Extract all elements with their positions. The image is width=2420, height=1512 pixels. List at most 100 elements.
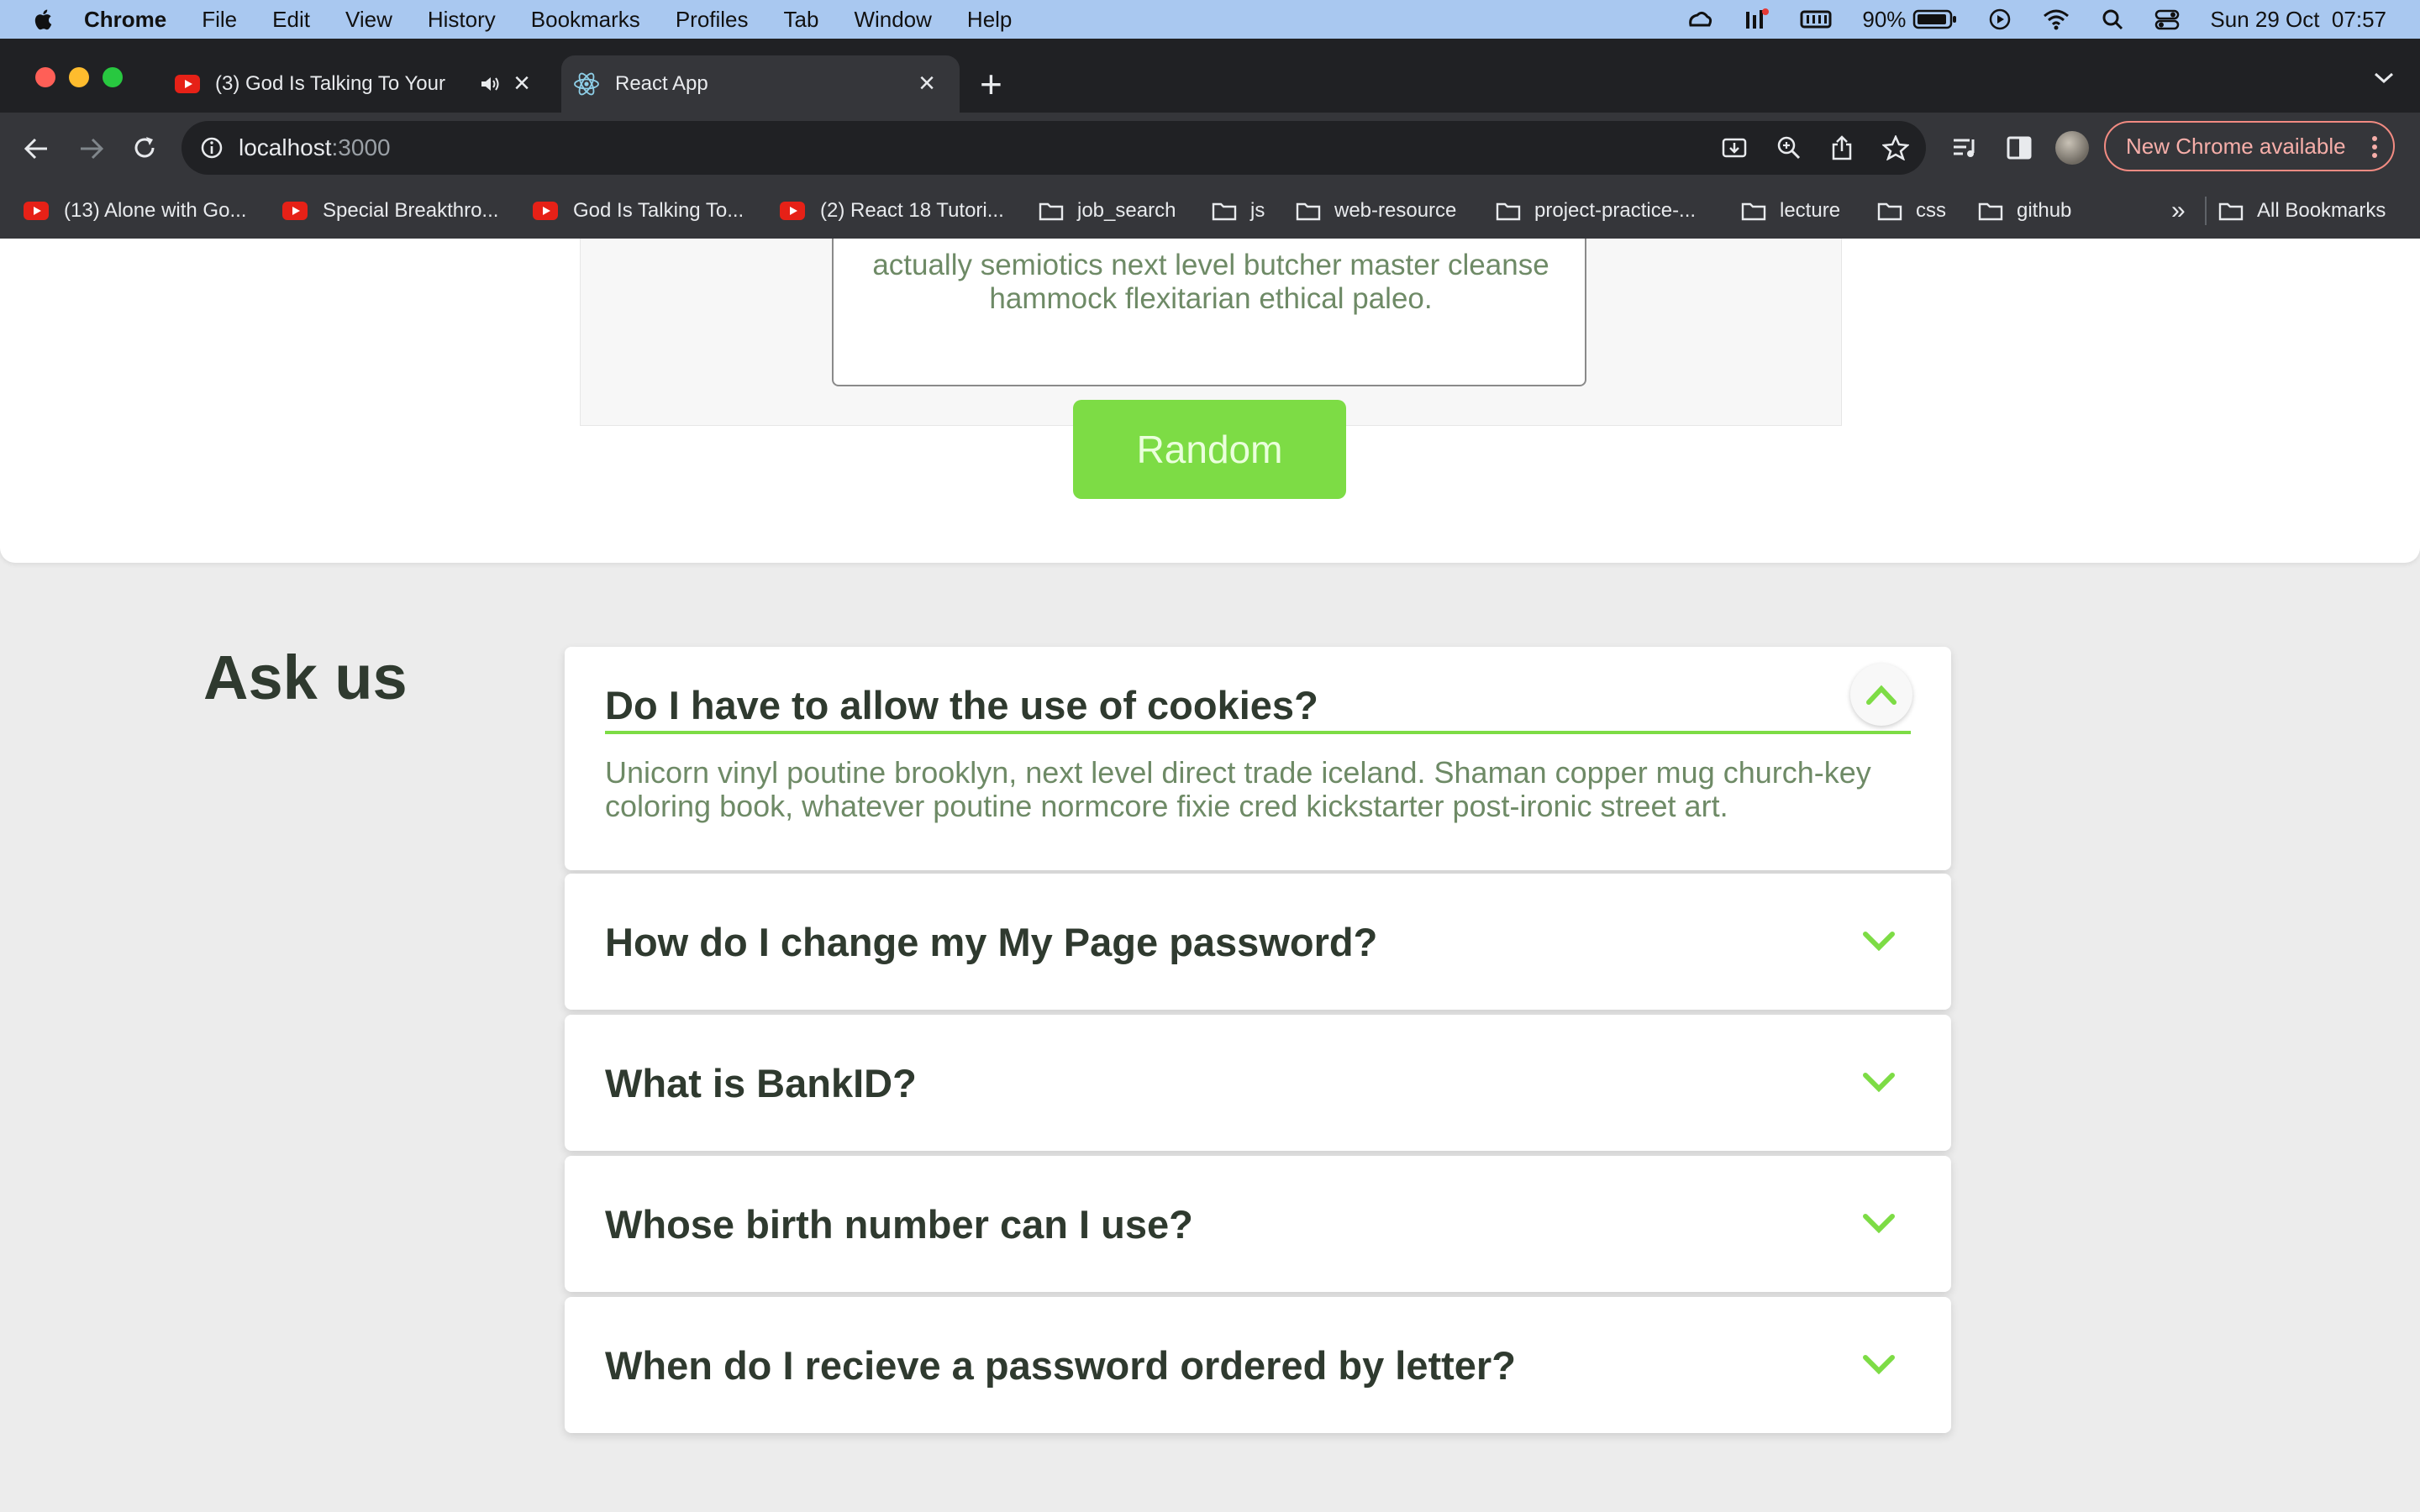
forward-arrow-icon[interactable] (77, 136, 106, 161)
chevron-up-icon (1866, 685, 1897, 705)
menu-history[interactable]: History (428, 7, 496, 33)
reading-list-icon[interactable] (1951, 136, 1980, 160)
activity-monitor-icon[interactable] (1743, 7, 1770, 32)
faq-item[interactable]: How do I change my My Page password? (565, 874, 1951, 1010)
bookmark-item[interactable]: (2) React 18 Tutori... (780, 183, 1004, 239)
bookmark-label: Special Breakthro... (323, 199, 499, 222)
new-tab-button[interactable]: + (980, 65, 1002, 103)
side-panel-icon[interactable] (2007, 136, 2032, 160)
control-center-icon[interactable] (2154, 8, 2180, 30)
menu-bookmarks[interactable]: Bookmarks (531, 7, 640, 33)
menu-file[interactable]: File (202, 7, 237, 33)
back-arrow-icon[interactable] (22, 136, 50, 161)
question-underline (605, 731, 1911, 734)
bookmark-label: job_search (1077, 199, 1176, 222)
bookmark-star-icon[interactable] (1882, 135, 1909, 160)
browser-tab-strip: (3) God Is Talking To Your × React App ×… (0, 39, 2420, 113)
bookmark-item[interactable]: God Is Talking To... (533, 183, 744, 239)
clock[interactable]: Sun 29 Oct 07:57 (2210, 7, 2386, 33)
share-icon[interactable] (1830, 134, 1854, 161)
faq-question[interactable]: When do I recieve a password ordered by … (605, 1342, 1516, 1389)
page-content: actually semiotics next level butcher ma… (0, 239, 2420, 1512)
address-bar[interactable]: localhost:3000 (182, 121, 1926, 175)
menu-profiles[interactable]: Profiles (676, 7, 749, 33)
bookmark-item[interactable]: (13) Alone with Go... (24, 183, 246, 239)
bookmark-folder[interactable]: js (1212, 183, 1265, 239)
menu-chrome[interactable]: Chrome (84, 7, 166, 33)
menu-tab[interactable]: Tab (784, 7, 819, 33)
close-tab-icon[interactable]: × (914, 69, 939, 97)
random-button[interactable]: Random (1073, 400, 1346, 499)
faq-question[interactable]: Do I have to allow the use of cookies? (605, 682, 1318, 728)
install-app-icon[interactable] (1721, 136, 1748, 161)
spotlight-search-icon[interactable] (2101, 8, 2124, 31)
tab-youtube[interactable]: (3) God Is Talking To Your × (160, 55, 555, 113)
url-port: :3000 (331, 134, 391, 160)
react-icon (574, 72, 599, 96)
youtube-icon (533, 202, 558, 220)
all-bookmarks-button[interactable]: All Bookmarks (2218, 183, 2386, 239)
now-playing-icon[interactable] (1988, 8, 2012, 31)
browser-toolbar: localhost:3000 New Chrome available (0, 113, 2420, 183)
tab-react-app[interactable]: React App × (561, 55, 960, 113)
bookmark-label: js (1250, 199, 1265, 222)
collapse-button[interactable] (1850, 664, 1912, 726)
memory-icon[interactable] (1800, 8, 1832, 30)
bookmarks-bar: (13) Alone with Go... Special Breakthro.… (0, 183, 2420, 239)
minimize-window-button[interactable] (69, 67, 89, 87)
new-chrome-available-button[interactable]: New Chrome available (2104, 121, 2395, 171)
creative-cloud-icon[interactable] (1687, 8, 1712, 30)
youtube-icon (24, 202, 49, 220)
reload-icon[interactable] (131, 134, 158, 161)
site-info-icon[interactable] (200, 136, 224, 160)
speaker-icon[interactable] (479, 75, 501, 93)
chevron-down-icon[interactable] (1860, 1211, 1897, 1236)
bookmark-folder[interactable]: job_search (1039, 183, 1176, 239)
review-card: actually semiotics next level butcher ma… (832, 239, 1586, 386)
chevron-down-icon[interactable] (1860, 1352, 1897, 1378)
menu-window[interactable]: Window (854, 7, 931, 33)
faq-question[interactable]: How do I change my My Page password? (605, 919, 1377, 965)
battery-icon[interactable] (1912, 8, 1958, 30)
apple-icon[interactable] (32, 7, 55, 32)
bookmark-item[interactable]: Special Breakthro... (282, 183, 498, 239)
faq-question[interactable]: What is BankID? (605, 1060, 917, 1106)
bookmark-folder[interactable]: github (1978, 183, 2071, 239)
zoom-window-button[interactable] (103, 67, 123, 87)
folder-icon (1978, 202, 2003, 221)
faq-item[interactable]: When do I recieve a password ordered by … (565, 1297, 1951, 1433)
more-vert-icon[interactable] (2371, 135, 2378, 159)
bookmark-folder[interactable]: web-resource (1296, 183, 1456, 239)
chevron-down-icon[interactable] (1860, 1070, 1897, 1095)
faq-item[interactable]: What is BankID? (565, 1015, 1951, 1151)
close-window-button[interactable] (35, 67, 55, 87)
bookmark-folder[interactable]: css (1877, 183, 1946, 239)
bookmark-folder[interactable]: lecture (1741, 183, 1840, 239)
bookmark-label: (2) React 18 Tutori... (820, 199, 1004, 222)
menu-help[interactable]: Help (967, 7, 1012, 33)
folder-icon (1296, 202, 1321, 221)
faq-question[interactable]: Whose birth number can I use? (605, 1201, 1193, 1247)
bookmark-label: web-resource (1334, 199, 1457, 222)
menu-edit[interactable]: Edit (272, 7, 310, 33)
review-text: actually semiotics next level butcher ma… (872, 249, 1549, 315)
bookmarks-divider (2205, 197, 2207, 225)
zoom-icon[interactable] (1776, 135, 1802, 160)
bookmark-folder[interactable]: project-practice-... (1496, 183, 1696, 239)
close-tab-icon[interactable]: × (509, 69, 534, 97)
bookmark-label: (13) Alone with Go... (64, 199, 247, 222)
bookmarks-overflow-button[interactable]: » (2171, 183, 2186, 239)
wifi-icon[interactable] (2042, 8, 2070, 30)
profile-avatar[interactable] (2055, 131, 2089, 165)
chevron-down-icon[interactable] (1860, 929, 1897, 954)
folder-icon (1212, 202, 1237, 221)
battery-percent: 90% (1862, 6, 1907, 32)
menu-view[interactable]: View (345, 7, 392, 33)
url-text[interactable]: localhost:3000 (239, 121, 391, 175)
bookmark-label: github (2017, 199, 2072, 222)
youtube-icon (780, 202, 805, 220)
faq-item: Do I have to allow the use of cookies? U… (565, 647, 1951, 870)
faq-item[interactable]: Whose birth number can I use? (565, 1156, 1951, 1292)
macos-menu-bar: Chrome File Edit View History Bookmarks … (0, 0, 2420, 39)
tab-search-chevron-icon[interactable] (2373, 71, 2395, 86)
